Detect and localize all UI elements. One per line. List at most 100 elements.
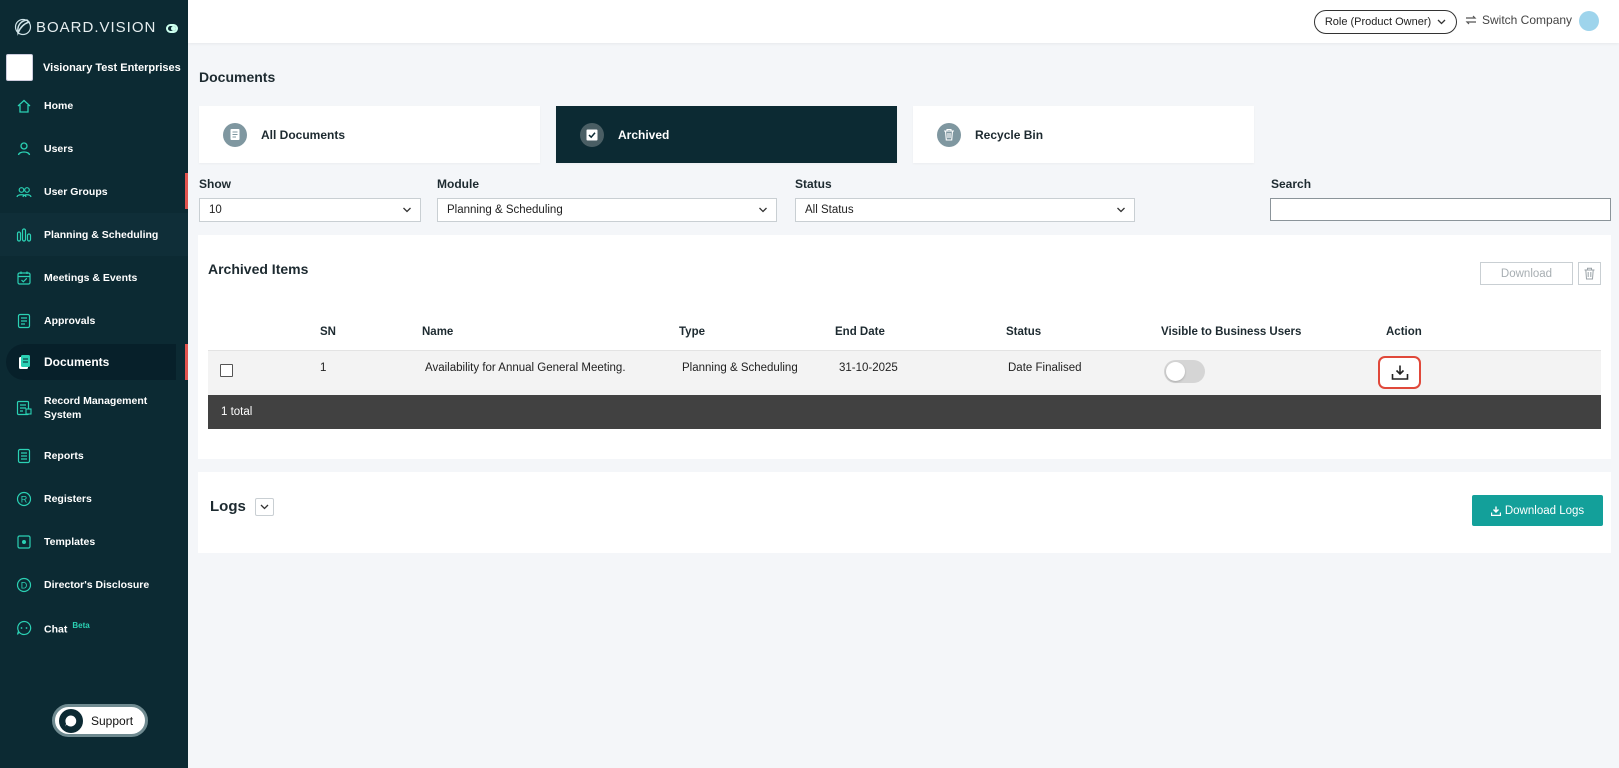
brand-mark-icon <box>14 18 32 36</box>
company-selector[interactable]: Visionary Test Enterprises <box>6 54 181 81</box>
report-icon <box>16 448 32 464</box>
sidebar-item-label: Meetings & Events <box>44 271 138 284</box>
switch-arrows-icon <box>1465 15 1477 25</box>
document-icon <box>16 354 32 370</box>
trash-icon <box>937 122 961 147</box>
column-header-type[interactable]: Type <box>679 326 705 338</box>
sidebar-item-label: Registers <box>44 492 92 505</box>
search-label: Search <box>1271 177 1312 191</box>
page-title: Documents <box>199 69 276 85</box>
tab-recycle-bin[interactable]: Recycle Bin <box>913 106 1254 163</box>
sidebar-item-users[interactable]: Users <box>0 127 188 170</box>
sidebar-item-planning-scheduling[interactable]: Planning & Scheduling <box>0 213 188 256</box>
company-name: Visionary Test Enterprises <box>43 61 181 74</box>
search-input[interactable] <box>1270 198 1611 221</box>
row-type: Planning & Scheduling <box>682 362 798 374</box>
avatar[interactable] <box>1579 11 1599 31</box>
tab-label: All Documents <box>261 127 346 142</box>
show-label: Show <box>199 177 231 191</box>
sidebar-item-label: User Groups <box>44 185 108 198</box>
status-value: All Status <box>805 204 854 216</box>
show-value: 10 <box>209 204 222 216</box>
delete-button[interactable] <box>1578 262 1601 285</box>
column-header-status[interactable]: Status <box>1006 326 1041 338</box>
sidebar-item-directors-disclosure[interactable]: D Director's Disclosure <box>0 563 188 606</box>
row-checkbox[interactable] <box>220 364 233 377</box>
chevron-down-icon <box>1117 207 1125 213</box>
sidebar-item-documents[interactable]: Documents <box>6 344 176 380</box>
row-name: Availability for Annual General Meeting. <box>425 362 626 374</box>
planning-section-marker <box>185 173 188 209</box>
download-logs-button[interactable]: Download Logs <box>1472 495 1603 526</box>
show-select[interactable]: 10 <box>199 198 421 222</box>
topbar: Role (Product Owner) Switch Company <box>188 0 1619 43</box>
sidebar-item-approvals[interactable]: Approvals <box>0 299 188 342</box>
sidebar-item-templates[interactable]: Templates <box>0 520 188 563</box>
tab-archived[interactable]: Archived <box>556 106 897 163</box>
sidebar-item-label: Director's Disclosure <box>44 578 150 591</box>
sidebar-item-label: Home <box>44 99 74 112</box>
sidebar-item-label: Approvals <box>44 314 96 327</box>
trash-icon <box>1584 267 1595 280</box>
switch-company-link[interactable]: Switch Company <box>1465 13 1572 27</box>
template-icon <box>16 534 32 550</box>
sidebar-item-label: Reports <box>44 449 84 462</box>
column-header-visible[interactable]: Visible to Business Users <box>1161 326 1301 338</box>
document-icon <box>223 122 247 147</box>
theme-toggle-icon[interactable] <box>166 24 178 33</box>
sidebar-item-record-management[interactable]: Record Management System <box>0 382 188 434</box>
download-icon <box>1391 365 1408 380</box>
sidebar-item-home[interactable]: Home <box>0 84 188 127</box>
table-total: 1 total <box>208 395 1601 429</box>
sidebar-item-label: Chat Beta <box>44 619 90 637</box>
status-label: Status <box>795 177 832 191</box>
brand-name: BOARD.VISION <box>36 18 157 36</box>
column-header-end-date[interactable]: End Date <box>835 326 885 338</box>
module-label: Module <box>437 177 479 191</box>
sidebar-item-registers[interactable]: R Registers <box>0 477 188 520</box>
download-button[interactable]: Download <box>1480 262 1573 285</box>
role-dropdown[interactable]: Role (Product Owner) <box>1314 10 1457 34</box>
sidebar-nav: Home Users User Groups Planning & Schedu… <box>0 84 188 649</box>
switch-company-label: Switch Company <box>1482 13 1573 27</box>
status-select[interactable]: All Status <box>795 198 1135 222</box>
module-value: Planning & Scheduling <box>447 204 563 216</box>
sidebar-item-label: Templates <box>44 535 96 548</box>
download-logs-label: Download Logs <box>1504 504 1585 517</box>
tab-label: Archived <box>618 127 670 142</box>
row-status: Date Finalised <box>1008 362 1082 374</box>
archived-items-title: Archived Items <box>208 261 309 277</box>
registered-icon: R <box>16 491 32 507</box>
column-header-action: Action <box>1386 326 1422 338</box>
column-header-sn[interactable]: SN <box>320 326 336 338</box>
active-section-marker <box>185 344 188 380</box>
support-label: Support <box>91 713 134 728</box>
home-icon <box>16 98 32 114</box>
visible-toggle[interactable] <box>1164 360 1205 383</box>
logs-expand-button[interactable] <box>255 498 274 516</box>
sidebar-item-meetings-events[interactable]: Meetings & Events <box>0 256 188 299</box>
tab-all-documents[interactable]: All Documents <box>199 106 540 163</box>
chat-icon <box>16 620 32 636</box>
chevron-down-icon <box>403 207 411 213</box>
calendar-icon <box>16 270 32 286</box>
row-download-button[interactable] <box>1378 356 1421 389</box>
support-button[interactable]: Support <box>52 704 148 737</box>
brand-logo[interactable]: BOARD.VISION <box>14 18 156 36</box>
column-header-name[interactable]: Name <box>422 326 453 338</box>
archived-items-card: Archived Items Download SN Name Type End… <box>198 235 1611 459</box>
sidebar-item-chat[interactable]: Chat Beta <box>0 606 188 649</box>
table-row: 1 Availability for Annual General Meetin… <box>208 350 1601 395</box>
module-select[interactable]: Planning & Scheduling <box>437 198 777 222</box>
role-label: Role (Product Owner) <box>1324 16 1432 28</box>
sidebar: BOARD.VISION Visionary Test Enterprises … <box>0 0 188 768</box>
sidebar-item-label: Users <box>44 142 74 155</box>
sidebar-item-label: Documents <box>44 355 110 369</box>
tab-label: Recycle Bin <box>975 127 1044 142</box>
svg-text:R: R <box>21 494 28 504</box>
sidebar-item-user-groups[interactable]: User Groups <box>0 170 188 213</box>
logs-card: Logs Download Logs <box>198 472 1611 553</box>
bar-chart-icon <box>16 227 32 243</box>
sidebar-item-reports[interactable]: Reports <box>0 434 188 477</box>
chevron-down-icon <box>260 504 269 510</box>
